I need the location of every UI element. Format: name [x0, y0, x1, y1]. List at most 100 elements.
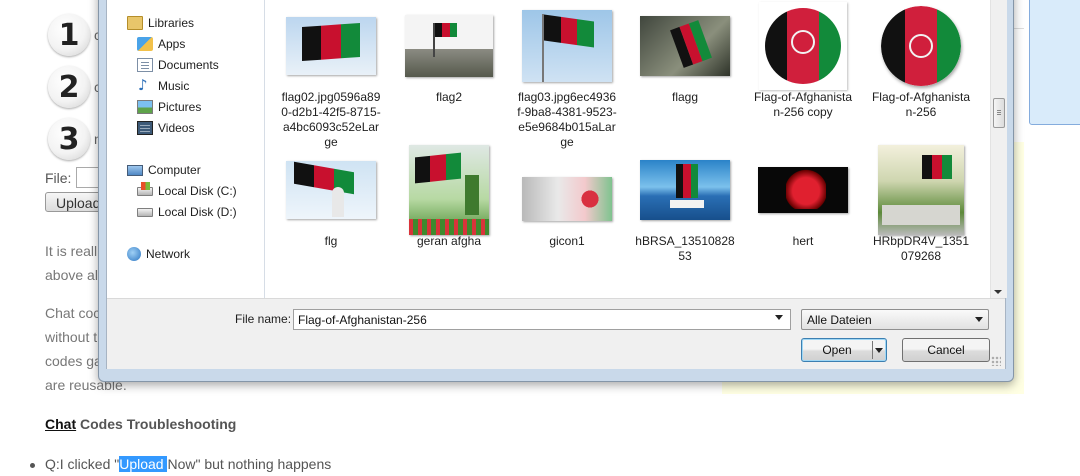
- thumbnail-wrap: [755, 150, 851, 230]
- file-name-label: File name:: [235, 312, 292, 326]
- music-icon: [137, 76, 153, 94]
- chat-link[interactable]: Chat: [45, 416, 76, 432]
- flag-image: [435, 23, 457, 37]
- thumbnail-wrap: [401, 6, 497, 86]
- flag-thumbnail: [758, 167, 848, 213]
- file-name-caption: geran afgha: [416, 234, 482, 248]
- drive-icon: [137, 207, 153, 217]
- nav-label: Apps: [158, 37, 186, 51]
- paragraph-line: without t: [45, 329, 98, 345]
- file-item[interactable]: HRbpDR4V_1351079268: [869, 145, 973, 264]
- nav-label: Documents: [158, 58, 219, 72]
- flag-thumbnail: [286, 161, 376, 219]
- nav-label: Network: [146, 247, 191, 261]
- file-name-caption: flag03.jpg6ec4936f-9ba8-4381-9523-e5e968…: [517, 90, 617, 149]
- file-item[interactable]: Flag-of-Afghanistan-256 copy: [751, 2, 855, 120]
- file-item[interactable]: flg: [279, 150, 383, 249]
- nav-pictures[interactable]: Pictures: [137, 100, 201, 114]
- resize-grip-icon[interactable]: [991, 356, 1001, 366]
- flag-thumbnail: [640, 160, 730, 220]
- file-name-caption: flag2: [435, 90, 463, 104]
- thumbnail-wrap: [283, 150, 379, 230]
- navigation-pane[interactable]: Libraries Apps Documents Music Pictures …: [107, 0, 265, 298]
- network-icon: [127, 247, 141, 261]
- nav-libraries[interactable]: Libraries: [127, 16, 194, 30]
- pictures-icon: [137, 100, 153, 114]
- dialog-footer: File name: Flag-of-Afghanistan-256 Alle …: [107, 298, 1005, 369]
- bullet-dot: [30, 462, 35, 468]
- nav-music[interactable]: Music: [137, 76, 190, 94]
- file-name-caption: flag02.jpg0596a890-d2b1-42f5-8715-a4bc60…: [281, 90, 381, 149]
- nav-videos[interactable]: Videos: [137, 121, 194, 135]
- thumbnail-wrap: [755, 2, 851, 90]
- file-name-input[interactable]: Flag-of-Afghanistan-256: [293, 309, 791, 330]
- faq-bullet: Q:I clicked "Upload Now" but nothing hap…: [30, 456, 331, 472]
- file-item[interactable]: flag2: [397, 6, 501, 105]
- step-3-badge: 3: [48, 118, 90, 160]
- file-item-selected[interactable]: Flag-of-Afghanistan-256: [869, 6, 973, 120]
- videos-icon: [137, 121, 153, 135]
- flag-image: [544, 14, 595, 48]
- nav-network[interactable]: Network: [127, 247, 190, 261]
- heading-text: Codes Troubleshooting: [76, 416, 237, 432]
- flag-image: [415, 152, 461, 184]
- file-item[interactable]: hert: [751, 150, 855, 249]
- file-name-dropdown-icon[interactable]: [775, 315, 783, 320]
- file-item[interactable]: geran afgha: [397, 145, 501, 249]
- flag-thumbnail: [522, 10, 612, 82]
- file-name-caption: flagg: [671, 90, 699, 104]
- thumbnail-wrap: [519, 6, 615, 86]
- file-item[interactable]: flag02.jpg0596a890-d2b1-42f5-8715-a4bc60…: [279, 6, 383, 150]
- apps-icon: [137, 37, 153, 51]
- dialog-body: Libraries Apps Documents Music Pictures …: [106, 0, 1080, 369]
- open-button[interactable]: Open: [801, 338, 887, 362]
- windows-drive-icon: [137, 181, 153, 196]
- cancel-button-label: Cancel: [927, 343, 965, 357]
- cancel-button[interactable]: Cancel: [902, 338, 990, 362]
- nav-label: Music: [158, 79, 190, 93]
- nav-computer[interactable]: Computer: [127, 163, 201, 177]
- thumbnail-wrap: [873, 145, 969, 235]
- vertical-scrollbar[interactable]: [990, 0, 1007, 298]
- open-options-chevron-icon[interactable]: [875, 348, 883, 353]
- file-name-caption: Flag-of-Afghanistan-256: [871, 90, 971, 119]
- file-grid[interactable]: flag02.jpg0596a890-d2b1-42f5-8715-a4bc60…: [265, 0, 1080, 298]
- file-item[interactable]: flag03.jpg6ec4936f-9ba8-4381-9523-e5e968…: [515, 6, 619, 150]
- file-name-caption: HRbpDR4V_1351079268: [872, 234, 970, 263]
- file-item[interactable]: hBRSA_1351082853: [633, 150, 737, 264]
- file-name-caption: Flag-of-Afghanistan-256 copy: [753, 90, 853, 119]
- file-item[interactable]: flagg: [633, 6, 737, 105]
- thumbnail-wrap: [283, 6, 379, 86]
- flag-thumbnail: [522, 177, 612, 221]
- nav-local-disk-d[interactable]: Local Disk (D:): [137, 205, 237, 219]
- nav-label: Pictures: [158, 100, 202, 114]
- faq-text-suffix: Now" but nothing happens: [167, 456, 332, 472]
- divider: [1014, 28, 1024, 29]
- flag-thumbnail: [640, 16, 730, 76]
- flag-thumbnail: [759, 2, 847, 90]
- thumbnail-wrap: [401, 145, 497, 235]
- flag-thumbnail: [409, 145, 489, 235]
- nav-apps[interactable]: Apps: [137, 37, 185, 51]
- flag-thumbnail: [878, 145, 964, 235]
- flag-image: [676, 164, 698, 198]
- nav-local-disk-c[interactable]: Local Disk (C:): [137, 181, 237, 198]
- file-item[interactable]: gicon1: [515, 150, 619, 249]
- nav-label: Computer: [148, 163, 201, 177]
- scroll-down-arrow-icon[interactable]: [994, 290, 1002, 294]
- thumbnail-wrap: [519, 150, 615, 230]
- flag-image: [294, 161, 354, 195]
- flag-image: [922, 155, 952, 179]
- scrollbar-thumb[interactable]: [993, 98, 1005, 128]
- nav-documents[interactable]: Documents: [137, 58, 219, 72]
- troubleshooting-heading: Chat Codes Troubleshooting: [45, 416, 236, 432]
- step-2-badge: 2: [48, 66, 90, 108]
- thumbnail-wrap: [637, 150, 733, 230]
- nav-label: Local Disk (C:): [158, 184, 237, 198]
- file-type-select[interactable]: Alle Dateien: [801, 309, 989, 330]
- library-icon: [127, 16, 143, 30]
- file-name-caption: hert: [792, 234, 814, 248]
- flag-image: [302, 22, 360, 62]
- selected-text: Upload: [119, 456, 168, 472]
- chevron-down-icon: [975, 317, 983, 322]
